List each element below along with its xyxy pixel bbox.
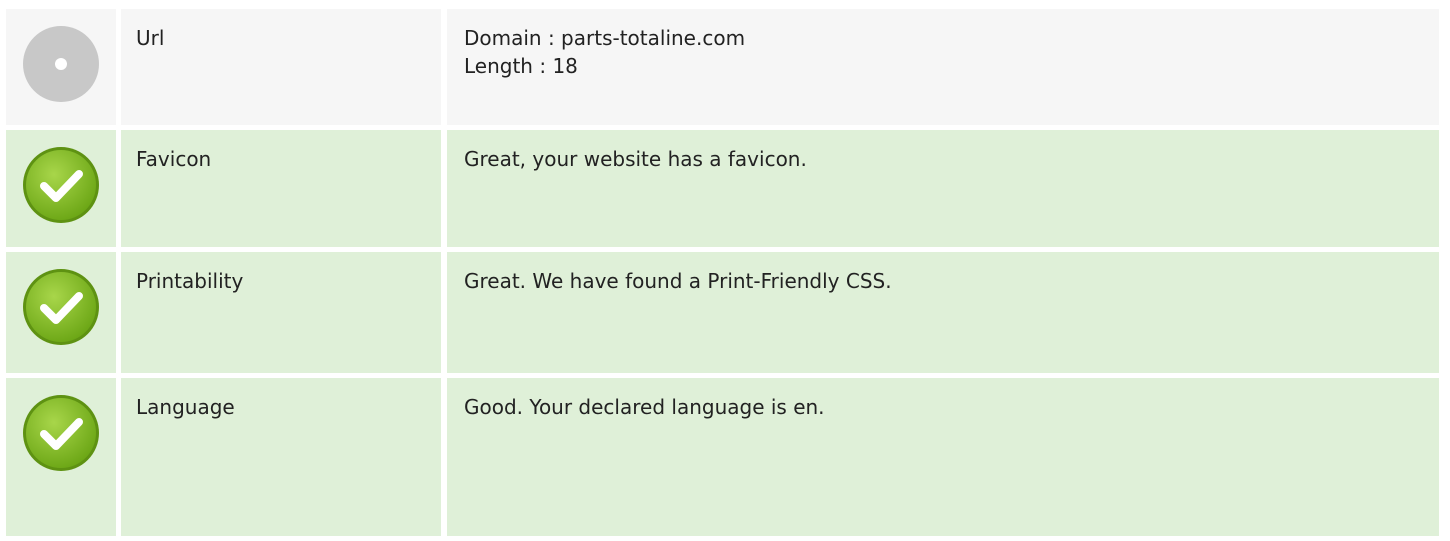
seo-results-table: Url Domain : parts-totaline.com Length :… [6, 9, 1439, 541]
check-circle-icon [21, 145, 101, 225]
result-row-language: Language Good. Your declared language is… [6, 378, 1439, 536]
result-row-printability: Printability Great. We have found a Prin… [6, 252, 1439, 373]
result-row-url: Url Domain : parts-totaline.com Length :… [6, 9, 1439, 125]
printability-status-text: Great. We have found a Print-Friendly CS… [464, 269, 892, 293]
language-status-text: Good. Your declared language is en. [464, 395, 825, 419]
result-value: Great, your website has a favicon. [447, 130, 1439, 247]
status-cell [6, 130, 116, 247]
status-cell [6, 9, 116, 125]
status-cell [6, 252, 116, 373]
favicon-status-text: Great, your website has a favicon. [464, 147, 807, 171]
result-value: Good. Your declared language is en. [447, 378, 1439, 536]
length-text: Length : 18 [464, 54, 578, 78]
domain-text: Domain : parts-totaline.com [464, 26, 746, 50]
result-row-favicon: Favicon Great, your website has a favico… [6, 130, 1439, 247]
neutral-circle-icon [21, 24, 101, 104]
result-name: Url [121, 9, 441, 125]
result-value: Domain : parts-totaline.com Length : 18 [447, 9, 1439, 125]
result-name: Favicon [121, 130, 441, 247]
result-value: Great. We have found a Print-Friendly CS… [447, 252, 1439, 373]
status-cell [6, 378, 116, 536]
check-circle-icon [21, 393, 101, 473]
result-name: Printability [121, 252, 441, 373]
check-circle-icon [21, 267, 101, 347]
result-name: Language [121, 378, 441, 536]
